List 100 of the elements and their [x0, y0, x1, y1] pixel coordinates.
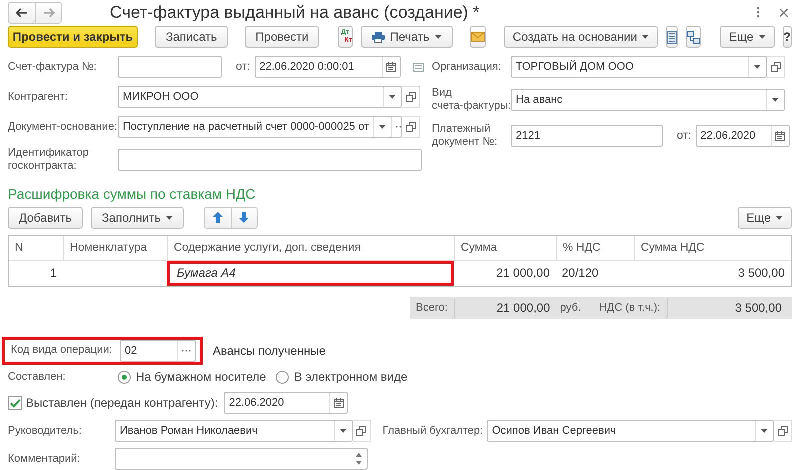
field-label: Главный бухгалтер:	[382, 424, 484, 438]
open-button[interactable]	[774, 420, 792, 442]
table-cell-text: 1	[49, 265, 58, 282]
table-cell-text: 3 500,00	[737, 265, 786, 282]
post-and-close-button[interactable]: Провести и закрыть	[8, 26, 138, 48]
calendar-icon	[334, 398, 344, 408]
operation-description: Авансы полученные	[213, 344, 326, 358]
envelope-icon	[470, 32, 485, 42]
checkbox-label[interactable]: Выставлен (передан контрагенту):	[26, 396, 218, 410]
menu-button[interactable]: Еще	[720, 26, 775, 48]
checkbox[interactable]	[8, 396, 22, 410]
open-button[interactable]	[402, 86, 420, 108]
toolbar-button[interactable]: Провести	[245, 26, 320, 48]
open-icon	[778, 426, 788, 436]
open-button[interactable]	[402, 116, 420, 138]
structure-button[interactable]	[686, 26, 702, 48]
back-arrow-icon	[16, 8, 28, 18]
column-header: Содержание услуги, доп. сведения	[167, 236, 454, 260]
menu-button[interactable]: Создать на основании	[504, 26, 658, 48]
number-field[interactable]	[118, 56, 222, 78]
field-label: Код вида операции:	[11, 344, 114, 358]
date-field[interactable]: 22.06.2020 0:00:01	[254, 56, 401, 78]
select-field[interactable]: МИКРОН ООО	[118, 86, 402, 108]
dropdown-button[interactable]	[766, 90, 784, 110]
dropdown-button[interactable]	[755, 421, 774, 441]
dropdown-button[interactable]	[383, 87, 401, 108]
mail-button[interactable]	[470, 26, 486, 48]
section-title: Расшифровка суммы по ставкам НДС	[8, 186, 257, 202]
input-field[interactable]	[118, 149, 422, 172]
caret-icon	[379, 125, 386, 130]
calendar-icon	[775, 131, 786, 142]
column-header: % НДС	[556, 236, 634, 260]
caret-icon	[776, 216, 783, 220]
close-icon[interactable]	[780, 8, 788, 17]
calendar-button[interactable]	[382, 57, 400, 78]
caret-icon	[434, 35, 442, 40]
field-label: Вид счета-фактуры:	[432, 87, 511, 114]
calendar-button[interactable]	[329, 393, 348, 413]
caret-icon	[754, 65, 761, 70]
check-icon	[10, 398, 20, 408]
table-cell-text: 20/120	[561, 265, 600, 282]
window-title: Счет-фактура выданный на аванс (создание) *	[110, 2, 481, 23]
field-label: Идентификатор госконтракта:	[8, 147, 90, 174]
calendar-button[interactable]	[770, 126, 789, 146]
field-label: Организация:	[432, 60, 502, 74]
caret-icon	[642, 35, 650, 40]
column-header: N	[14, 240, 24, 256]
column-header: Сумма	[454, 236, 556, 260]
total-label: Всего:	[416, 302, 448, 314]
up-arrow-icon	[212, 212, 223, 224]
comment-field[interactable]	[115, 448, 368, 470]
field-label: Составлен:	[8, 370, 67, 384]
spin-arrows-icon	[356, 453, 362, 465]
field-label: Платежный документ №:	[432, 123, 499, 150]
toolbar-button[interactable]: ?	[782, 26, 792, 48]
total-value: 21 000,00	[454, 298, 554, 318]
caret-icon	[772, 98, 779, 102]
open-button[interactable]	[767, 56, 785, 78]
select-field[interactable]: На аванс	[511, 89, 785, 112]
caret-icon	[166, 216, 173, 220]
field-label: Комментарий:	[8, 452, 82, 466]
caret-icon	[758, 35, 766, 40]
toolbar-button[interactable]: Записать	[154, 26, 228, 48]
printer-icon	[372, 32, 386, 43]
select-field[interactable]: Осипов Иван Сергеевич	[487, 420, 774, 442]
fill-menu-button[interactable]: Заполнить	[91, 206, 184, 229]
open-icon	[406, 122, 416, 132]
open-icon	[356, 426, 366, 436]
hierarchy-icon	[687, 30, 700, 44]
radio-option[interactable]: В электронном виде	[276, 370, 408, 384]
radio-option[interactable]: На бумажном носителе	[118, 370, 266, 384]
date-field[interactable]: 22.06.2020	[224, 392, 348, 414]
number-field[interactable]: 2121	[511, 125, 663, 148]
add-button[interactable]: Добавить	[8, 206, 84, 229]
down-arrow-icon	[239, 212, 250, 224]
caret-icon	[761, 429, 768, 433]
caret-icon	[389, 95, 396, 100]
date-label: от:	[677, 130, 692, 142]
list-button[interactable]	[666, 26, 678, 48]
dropdown-button[interactable]	[748, 57, 766, 78]
select-field[interactable]: Иванов Роман Николаевич	[115, 420, 353, 442]
field-label: Руководитель:	[8, 424, 83, 438]
field-label: Документ-основание:	[8, 120, 118, 134]
column-header: Номенклатура	[63, 236, 167, 260]
more-vertical-icon[interactable]	[757, 7, 760, 18]
vat-value: 3 500,00	[666, 298, 786, 318]
vat-label: НДС (в т.ч.):	[599, 302, 661, 314]
select-field[interactable]: Поступление на расчетный счет 0000-000025 от	[118, 116, 402, 138]
open-icon	[770, 62, 780, 72]
open-button[interactable]	[353, 420, 371, 442]
code-field[interactable]: 02	[120, 340, 196, 362]
menu-button[interactable]: Еще	[738, 206, 792, 229]
date-field[interactable]: 22.06.2020	[696, 125, 790, 148]
field-label: Счет-фактура №:	[8, 60, 98, 74]
print-menu-button[interactable]: Печать	[361, 26, 453, 48]
select-field[interactable]: ТОРГОВЫЙ ДОМ ООО	[511, 56, 767, 78]
forward-arrow-icon	[42, 8, 54, 18]
dropdown-button[interactable]	[334, 421, 352, 441]
highlighted-table-cell: Бумага А4	[167, 260, 454, 286]
currency-label: руб.	[560, 302, 582, 314]
